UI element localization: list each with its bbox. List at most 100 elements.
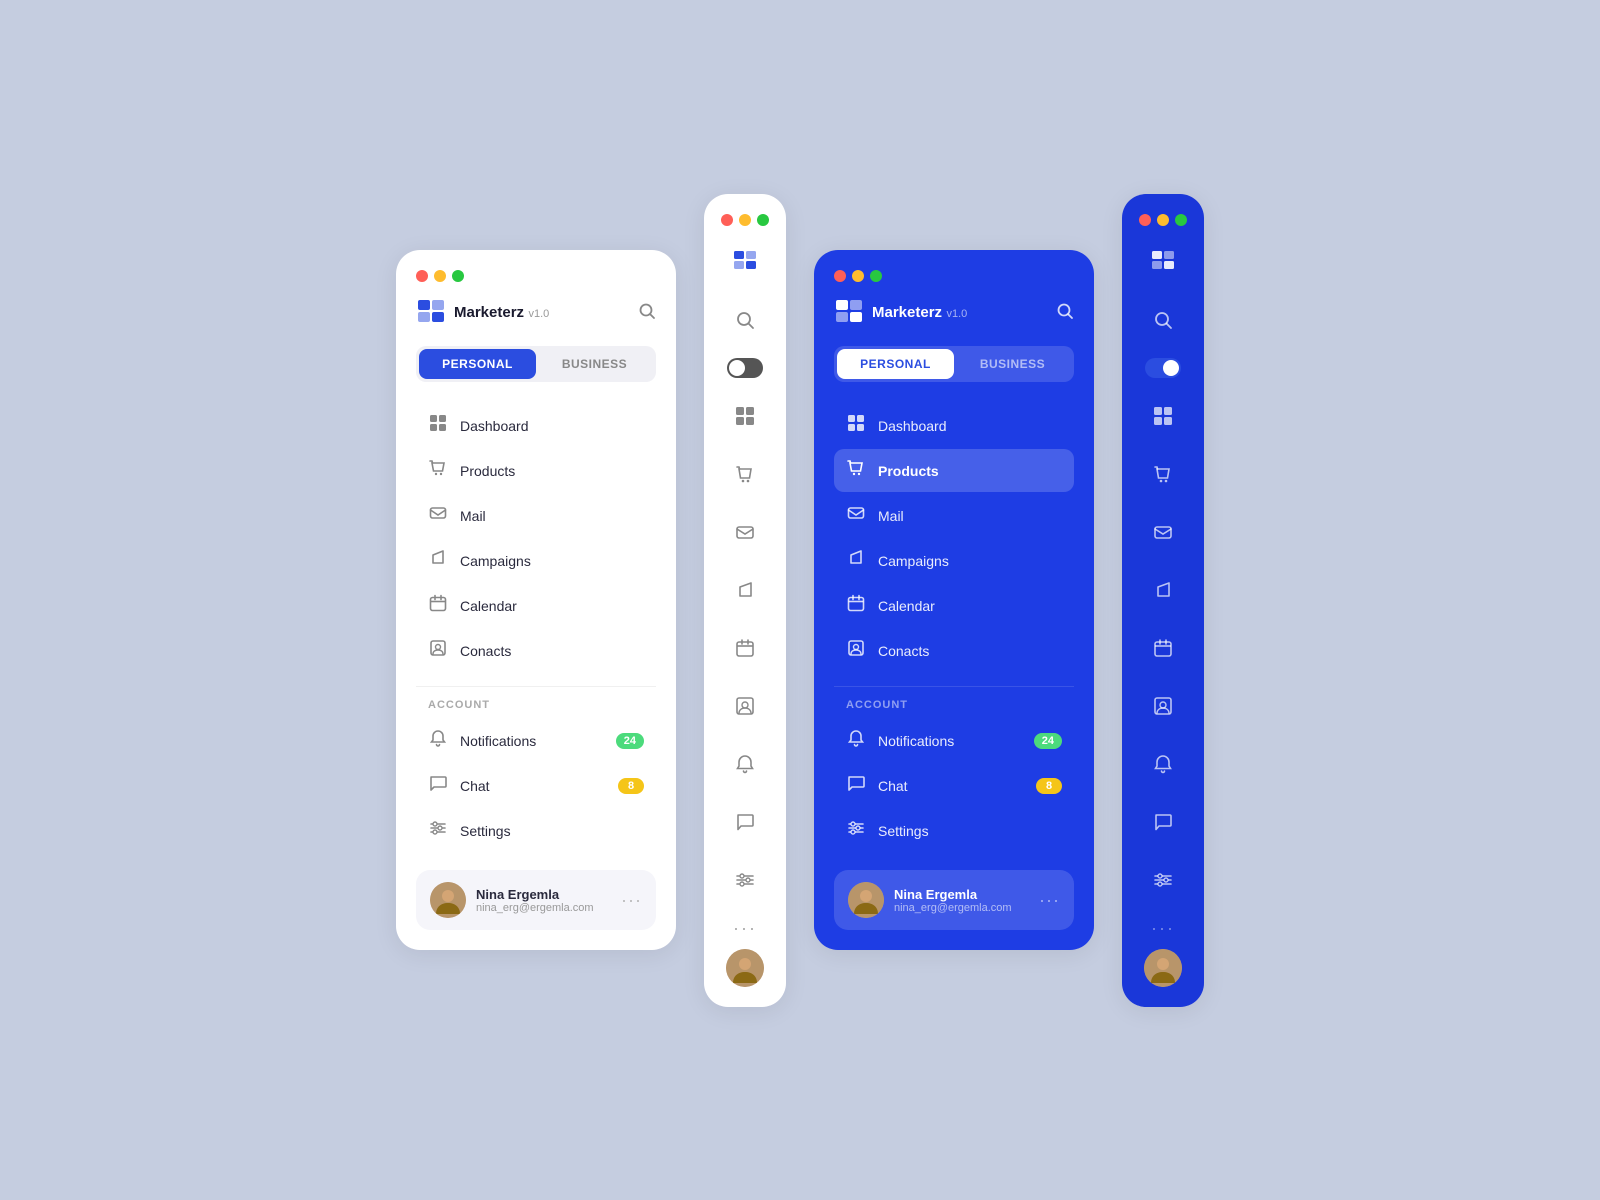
chat-badge: 8 — [618, 778, 644, 794]
col-dashboard-icon[interactable] — [725, 396, 765, 436]
dark-col-toggle-dot — [1163, 360, 1179, 376]
dark-traffic-lights — [834, 270, 1074, 282]
dark-nav-item-dashboard[interactable]: Dashboard — [834, 404, 1074, 447]
user-email: nina_erg@ergemla.com — [476, 902, 611, 914]
nav-item-chat[interactable]: Chat 8 — [416, 764, 656, 807]
campaigns-icon — [428, 549, 448, 572]
account-label: ACCOUNT — [416, 699, 656, 711]
nav-item-contacts[interactable]: Conacts — [416, 629, 656, 672]
more-menu-button[interactable]: ··· — [621, 890, 642, 911]
dark-nav-item-settings[interactable]: Settings — [834, 809, 1074, 852]
nav-item-calendar[interactable]: Calendar — [416, 584, 656, 627]
dark-tab-personal[interactable]: PERSONAL — [837, 349, 954, 379]
app-version: v1.0 — [529, 308, 550, 320]
traffic-yellow — [434, 270, 446, 282]
dark-nav-item-calendar[interactable]: Calendar — [834, 584, 1074, 627]
nav-item-notifications[interactable]: Notifications 24 — [416, 719, 656, 762]
dark-col-campaigns-icon[interactable] — [1143, 570, 1183, 610]
nav-item-dashboard[interactable]: Dashboard — [416, 404, 656, 447]
dark-tab-business[interactable]: BUSINESS — [954, 349, 1071, 379]
dark-col-more-dots[interactable]: ··· — [1151, 918, 1175, 939]
nav-label-dashboard: Dashboard — [460, 418, 529, 434]
dark-col-products-icon[interactable] — [1143, 454, 1183, 494]
dark-nav-label-dashboard: Dashboard — [878, 418, 947, 434]
dark-app-name: Marketerz — [872, 304, 942, 321]
dark-nav-item-chat[interactable]: Chat 8 — [834, 764, 1074, 807]
dark-chat-icon — [846, 774, 866, 797]
col-settings-icon[interactable] — [725, 860, 765, 900]
settings-icon — [428, 819, 448, 842]
col-campaigns-icon[interactable] — [725, 570, 765, 610]
dark-search-button[interactable] — [1056, 302, 1074, 325]
dark-col-settings-icon[interactable] — [1143, 860, 1183, 900]
tab-personal[interactable]: PERSONAL — [419, 349, 536, 379]
dark-col-search-icon[interactable] — [1143, 300, 1183, 340]
dark-nav-item-notifications[interactable]: Notifications 24 — [834, 719, 1074, 762]
dark-nav-item-products[interactable]: Products — [834, 449, 1074, 492]
col-user-avatar[interactable] — [726, 949, 764, 987]
nav-label-settings: Settings — [460, 823, 511, 839]
dark-col-traffic-green — [1175, 214, 1187, 226]
nav-item-mail[interactable]: Mail — [416, 494, 656, 537]
nav-label-products: Products — [460, 463, 515, 479]
col-more-dots[interactable]: ··· — [733, 918, 757, 939]
dark-nav-label-calendar: Calendar — [878, 598, 935, 614]
traffic-green — [452, 270, 464, 282]
dark-nav-label-notifications: Notifications — [878, 733, 954, 749]
dark-col-dashboard-icon[interactable] — [1143, 396, 1183, 436]
dark-nav-item-mail[interactable]: Mail — [834, 494, 1074, 537]
logo-area: Marketerz v1.0 — [416, 298, 549, 328]
dark-col-notifications-icon[interactable] — [1143, 744, 1183, 784]
light-sidebar-collapsed: ··· — [704, 194, 786, 1007]
dashboard-icon — [428, 414, 448, 437]
nav-label-notifications: Notifications — [460, 733, 536, 749]
col-calendar-icon[interactable] — [725, 628, 765, 668]
col-mail-icon[interactable] — [725, 512, 765, 552]
nav-label-chat: Chat — [460, 778, 490, 794]
calendar-icon — [428, 594, 448, 617]
sidebar-header: Marketerz v1.0 — [416, 298, 656, 328]
dark-divider — [834, 686, 1074, 687]
search-button[interactable] — [638, 302, 656, 325]
dark-nav-item-contacts[interactable]: Conacts — [834, 629, 1074, 672]
traffic-lights-col1 — [721, 214, 769, 226]
user-footer[interactable]: Nina Ergemla nina_erg@ergemla.com ··· — [416, 870, 656, 930]
nav-item-settings[interactable]: Settings — [416, 809, 656, 852]
col-chat-icon[interactable] — [725, 802, 765, 842]
dark-main-nav: Dashboard Products — [834, 404, 1074, 674]
col-products-icon[interactable] — [725, 454, 765, 494]
dark-logo-area: Marketerz v1.0 — [834, 298, 967, 328]
dark-col-chat-icon[interactable] — [1143, 802, 1183, 842]
dark-nav-item-campaigns[interactable]: Campaigns — [834, 539, 1074, 582]
dark-more-menu-button[interactable]: ··· — [1039, 890, 1060, 911]
col-traffic-yellow — [739, 214, 751, 226]
dark-sidebar-full: Marketerz v1.0 PERSONAL BUSINESS — [814, 250, 1094, 950]
tab-business[interactable]: BUSINESS — [536, 349, 653, 379]
dark-col-traffic-red — [1139, 214, 1151, 226]
traffic-lights — [416, 270, 656, 282]
col-contacts-icon[interactable] — [725, 686, 765, 726]
dark-traffic-red — [834, 270, 846, 282]
dark-col-mail-icon[interactable] — [1143, 512, 1183, 552]
dark-col-calendar-icon[interactable] — [1143, 628, 1183, 668]
col-search-icon[interactable] — [725, 300, 765, 340]
main-nav: Dashboard Products — [416, 404, 656, 674]
dark-col-toggle[interactable] — [1145, 358, 1181, 378]
chat-icon — [428, 774, 448, 797]
dark-user-email: nina_erg@ergemla.com — [894, 902, 1029, 914]
tab-switcher: PERSONAL BUSINESS — [416, 346, 656, 382]
dark-app-name-group: Marketerz v1.0 — [872, 304, 967, 322]
dark-col-contacts-icon[interactable] — [1143, 686, 1183, 726]
dark-dashboard-icon — [846, 414, 866, 437]
dark-user-footer[interactable]: Nina Ergemla nina_erg@ergemla.com ··· — [834, 870, 1074, 930]
col-toggle[interactable] — [727, 358, 763, 378]
dark-col-traffic-yellow — [1157, 214, 1169, 226]
dark-col-user-avatar[interactable] — [1144, 949, 1182, 987]
app-name-group: Marketerz v1.0 — [454, 304, 549, 322]
nav-item-campaigns[interactable]: Campaigns — [416, 539, 656, 582]
dark-contacts-icon — [846, 639, 866, 662]
col-notifications-icon[interactable] — [725, 744, 765, 784]
nav-item-products[interactable]: Products — [416, 449, 656, 492]
user-info: Nina Ergemla nina_erg@ergemla.com — [476, 887, 611, 914]
dark-products-icon — [846, 459, 866, 482]
